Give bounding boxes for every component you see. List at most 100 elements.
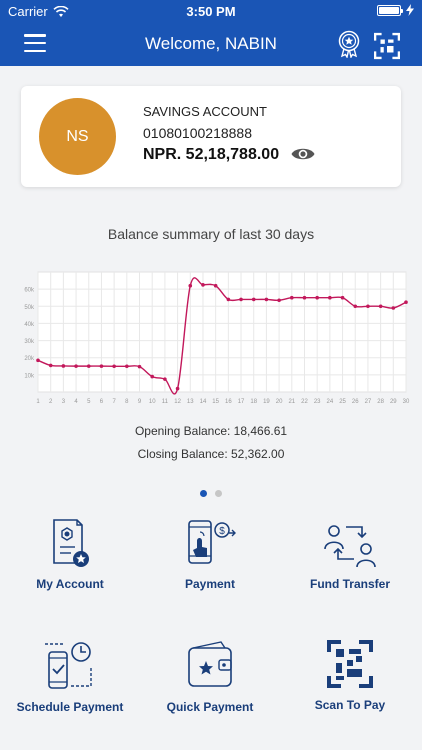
balance-data-point [289, 295, 294, 300]
closing-balance: Closing Balance: 52,362.00 [137, 447, 285, 461]
balance-data-point [366, 304, 370, 309]
balance-data-point [61, 364, 66, 368]
qr-scan-icon[interactable] [374, 32, 400, 60]
x-tick-label: 14 [200, 399, 207, 405]
y-tick-label: 30k [24, 339, 35, 345]
balance-data-point [251, 297, 256, 302]
eye-icon[interactable] [291, 145, 315, 163]
account-number: 01080100218888 [143, 125, 253, 141]
scan-to-pay-tile[interactable]: Scan To Pay [280, 638, 420, 738]
balance-data-point [328, 295, 332, 300]
balance-data-point [188, 283, 193, 288]
y-tick-label: 60k [24, 288, 35, 294]
quick-payment-label: Quick Payment [166, 700, 254, 714]
fund-transfer-icon [324, 525, 376, 568]
my-account-tile[interactable]: My Account [0, 517, 140, 617]
balance-data-point [137, 364, 142, 369]
schedule-payment-tile[interactable]: Schedule Payment [0, 638, 140, 738]
x-tick-label: 1 [36, 399, 40, 405]
pager-dot-1[interactable] [200, 490, 207, 497]
balance-data-point [201, 283, 205, 287]
balance-data-point [150, 374, 155, 379]
x-tick-label: 7 [112, 399, 116, 405]
y-tick-label: 20k [24, 356, 35, 362]
balance-data-point [353, 304, 358, 309]
svg-text:$: $ [219, 526, 225, 537]
y-tick-label: 50k [24, 305, 35, 311]
balance-data-point [213, 283, 218, 288]
account-card[interactable]: NS SAVINGS ACCOUNT 01080100218888 NPR. 5… [21, 86, 401, 187]
chart-title: Balance summary of last 30 days [107, 226, 315, 242]
charging-icon [406, 4, 414, 16]
balance-data-point [163, 377, 167, 381]
balance-chart: 10k20k30k40k50k60k1 2 3 4 5 6 7 8 9 10 11 12 13 14 15 1… [24, 271, 410, 405]
balance-data-point [99, 364, 104, 368]
app-header: Welcome, NABIN [0, 22, 422, 66]
avatar: NS [39, 98, 116, 175]
fund-transfer-tile[interactable]: Fund Transfer [280, 517, 420, 617]
x-tick-label: 9 [138, 399, 142, 405]
y-tick-label: 10k [24, 373, 35, 379]
balance-data-point [125, 364, 129, 369]
payment-tile[interactable]: $ Payment [140, 517, 280, 617]
my-account-icon [53, 519, 89, 567]
balance-data-point [378, 304, 383, 309]
opening-balance: Opening Balance: 18,466.61 [134, 424, 288, 438]
pager-dot-2[interactable] [215, 490, 222, 497]
balance-data-point [48, 363, 53, 368]
x-tick-label: 3 [62, 399, 66, 405]
x-tick-label: 29 [390, 399, 397, 405]
account-type: SAVINGS ACCOUNT [143, 104, 268, 119]
x-tick-label: 15 [212, 399, 219, 405]
balance-data-point [315, 295, 319, 300]
scan-to-pay-icon [327, 640, 373, 688]
x-tick-label: 11 [162, 399, 169, 405]
scan-to-pay-label: Scan To Pay [314, 698, 386, 712]
rewards-badge-icon[interactable] [336, 30, 362, 58]
payment-icon: $ [188, 520, 236, 564]
x-tick-label: 18 [250, 399, 257, 405]
x-tick-label: 19 [263, 399, 270, 405]
balance-data-point [74, 364, 78, 368]
x-tick-label: 30 [403, 399, 410, 405]
x-tick-label: 5 [87, 399, 91, 405]
quick-payment-tile[interactable]: Quick Payment [140, 638, 280, 738]
balance-data-point [86, 364, 91, 368]
x-tick-label: 8 [125, 399, 129, 405]
payment-label: Payment [184, 577, 236, 591]
x-tick-label: 27 [365, 399, 372, 405]
fund-transfer-label: Fund Transfer [309, 577, 390, 591]
x-tick-label: 22 [301, 399, 308, 405]
x-tick-label: 13 [187, 399, 194, 405]
status-bar: Carrier 3:50 PM [0, 0, 422, 22]
status-right [377, 4, 414, 16]
status-time: 3:50 PM [186, 4, 236, 19]
balance-data-point [264, 297, 269, 302]
x-tick-label: 24 [327, 399, 334, 405]
pager [0, 490, 422, 497]
x-tick-label: 6 [100, 399, 104, 405]
x-tick-label: 2 [49, 399, 53, 405]
balance-data-point [36, 358, 40, 363]
quick-payment-icon [188, 641, 232, 687]
schedule-payment-label: Schedule Payment [16, 700, 124, 714]
balance-data-point [277, 298, 281, 303]
x-tick-label: 17 [238, 399, 245, 405]
schedule-payment-icon [45, 642, 92, 689]
x-tick-label: 26 [352, 399, 359, 405]
balance-data-point [112, 364, 116, 369]
x-tick-label: 23 [314, 399, 321, 405]
x-tick-label: 28 [377, 399, 384, 405]
balance-data-point [175, 386, 180, 391]
x-tick-label: 16 [225, 399, 232, 405]
balance-data-point [404, 300, 408, 305]
account-balance: NPR. 52,18,788.00 [143, 146, 280, 163]
y-tick-label: 40k [24, 322, 35, 328]
plot-area [37, 271, 407, 393]
battery-icon [377, 4, 403, 16]
balance-data-point [226, 297, 231, 302]
x-tick-label: 21 [288, 399, 295, 405]
x-tick-label: 10 [149, 399, 156, 405]
balance-data-point [391, 306, 396, 310]
my-account-label: My Account [36, 577, 104, 591]
